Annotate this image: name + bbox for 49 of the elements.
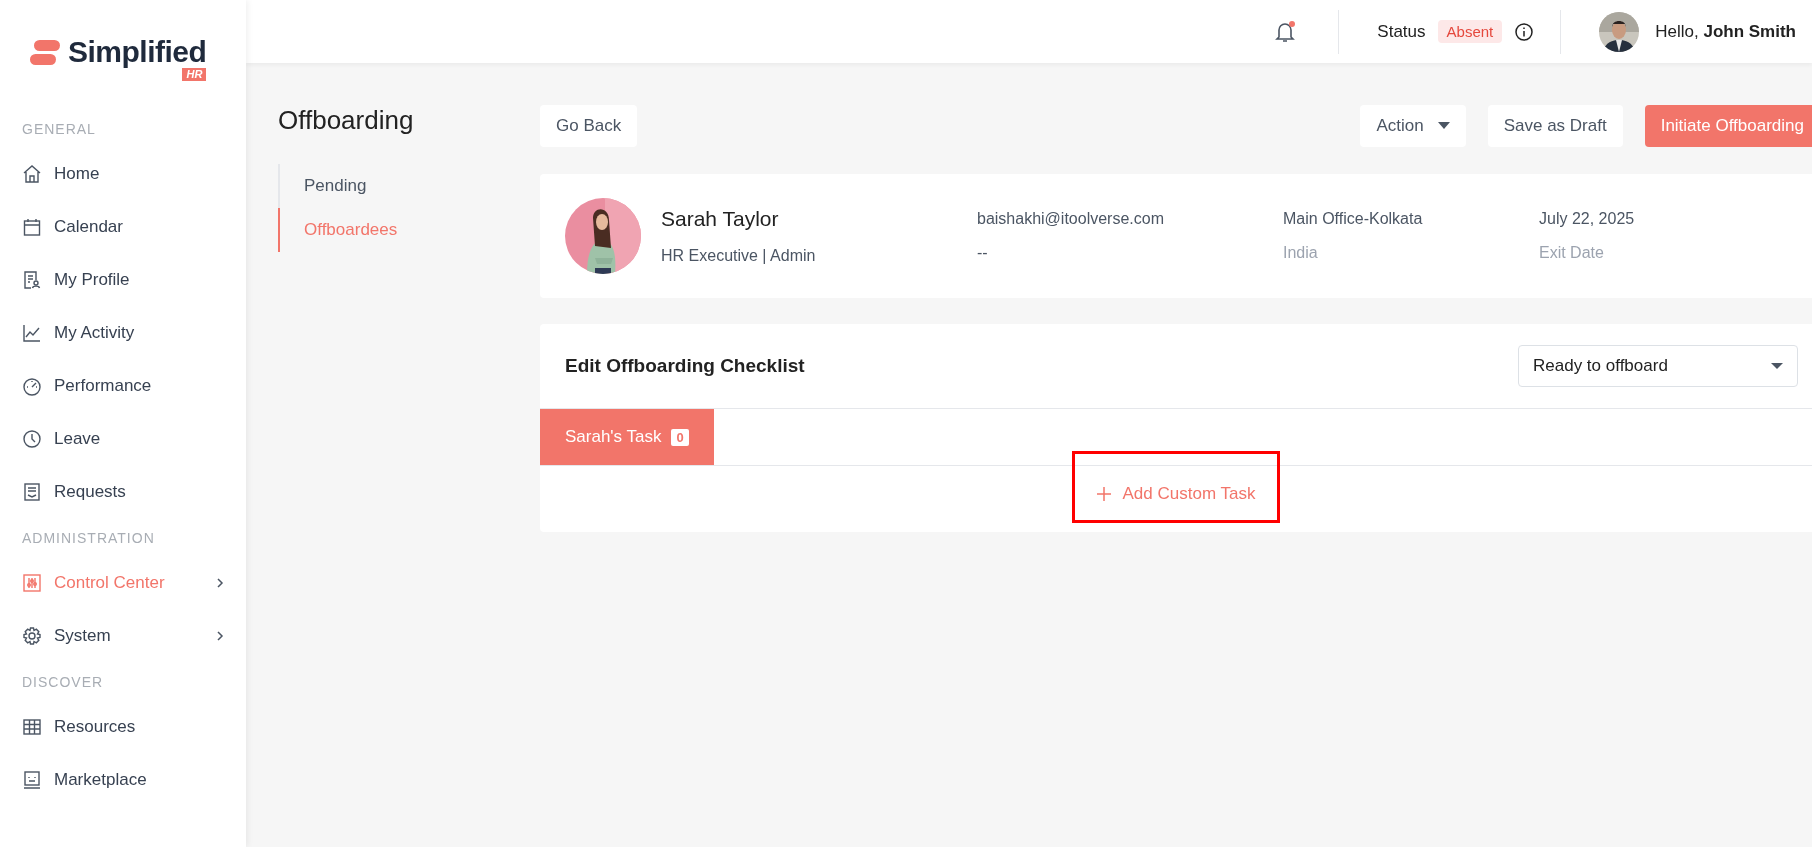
chevron-right-icon <box>216 577 224 589</box>
grid-icon <box>22 717 42 737</box>
settings-icon <box>22 626 42 646</box>
brand-tag: HR <box>182 68 207 81</box>
sidebar-item[interactable]: My Profile <box>22 265 224 295</box>
country: India <box>1283 244 1319 262</box>
status-label: Status <box>1377 21 1426 42</box>
logo-icon <box>30 40 60 66</box>
info-icon[interactable] <box>1514 21 1535 42</box>
sidebar-item[interactable]: Calendar <box>22 212 224 242</box>
section-label: DISCOVER <box>22 674 105 690</box>
brand-name: Simplified <box>68 36 207 68</box>
home-icon <box>22 164 42 184</box>
employee-phone: -- <box>977 244 989 262</box>
employee-email: baishakhi@itoolverse.com <box>977 210 1165 228</box>
bell-icon[interactable] <box>1274 19 1297 44</box>
sidebar-item[interactable]: Marketplace <box>22 765 224 795</box>
page-title: Offboarding <box>278 105 415 136</box>
tab-label: Sarah's Task <box>565 427 662 447</box>
chevron-right-icon <box>216 630 224 642</box>
plus-icon <box>1096 487 1111 501</box>
sidebar-item[interactable]: Resources <box>22 712 224 742</box>
subnav-item[interactable]: Pending <box>278 164 540 208</box>
caret-icon <box>1437 122 1450 130</box>
status-badge: Absent <box>1437 20 1503 43</box>
greeting: Hello, John Smith <box>1655 21 1796 42</box>
sidebar-item[interactable]: System <box>22 621 224 651</box>
profile-icon <box>22 270 42 290</box>
sidebar-item[interactable]: Leave <box>22 424 224 454</box>
section-label: ADMINISTRATION <box>22 530 156 546</box>
task-count: 0 <box>671 428 689 446</box>
save-draft-button[interactable]: Save as Draft <box>1487 105 1623 147</box>
leave-icon <box>22 429 42 449</box>
section-label: GENERAL <box>22 121 97 137</box>
employee-role: HR Executive | Admin <box>661 247 817 265</box>
sidebar-item[interactable]: Requests <box>22 477 224 507</box>
office-location: Main Office-Kolkata <box>1283 210 1424 228</box>
action-button[interactable]: Action <box>1360 105 1466 147</box>
sidebar-item[interactable]: Performance <box>22 371 224 401</box>
caret-icon <box>1771 362 1783 370</box>
exit-date-label: Exit Date <box>1539 244 1605 262</box>
exit-date: July 22, 2025 <box>1539 210 1635 228</box>
checklist-title: Edit Offboarding Checklist <box>565 355 805 377</box>
activity-icon <box>22 323 42 343</box>
employee-name: Sarah Taylor <box>661 207 780 231</box>
sidebar-item[interactable]: Home <box>22 159 224 189</box>
status-dropdown[interactable]: Ready to offboard <box>1518 345 1798 387</box>
go-back-button[interactable]: Go Back <box>540 105 638 147</box>
sidebar-item[interactable]: My Activity <box>22 318 224 348</box>
